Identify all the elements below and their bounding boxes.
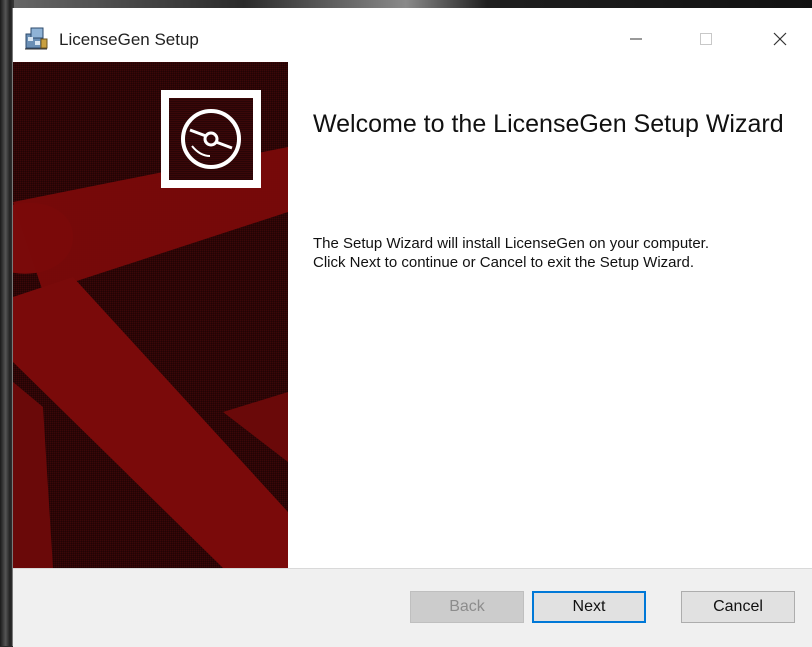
- welcome-description: The Setup Wizard will install LicenseGen…: [313, 234, 709, 272]
- minimize-button[interactable]: [613, 22, 659, 56]
- welcome-heading: Welcome to the LicenseGen Setup Wizard: [313, 110, 784, 138]
- installer-app-icon: [23, 25, 49, 51]
- cancel-button[interactable]: Cancel: [681, 591, 795, 623]
- close-button[interactable]: [757, 22, 803, 56]
- title-bar[interactable]: LicenseGen Setup: [13, 8, 812, 62]
- window-title: LicenseGen Setup: [59, 30, 199, 49]
- setup-window: LicenseGen Setup Welcome to the LicenseG…: [12, 8, 812, 647]
- next-button[interactable]: Next: [532, 591, 646, 623]
- minimize-icon: [630, 38, 642, 40]
- wizard-content: Welcome to the LicenseGen Setup Wizard T…: [313, 62, 812, 568]
- button-bar: Back Next Cancel: [13, 568, 812, 647]
- close-icon: [773, 32, 787, 46]
- disc-logo-frame: [161, 90, 261, 188]
- back-button[interactable]: Back: [410, 591, 524, 623]
- description-line-2: Click Next to continue or Cancel to exit…: [313, 254, 695, 271]
- description-line-1: The Setup Wizard will install LicenseGen…: [313, 235, 710, 252]
- cd-disc-icon: [181, 109, 241, 169]
- maximize-button[interactable]: [683, 22, 729, 56]
- maximize-icon: [700, 33, 712, 45]
- wizard-banner-image: [13, 62, 288, 568]
